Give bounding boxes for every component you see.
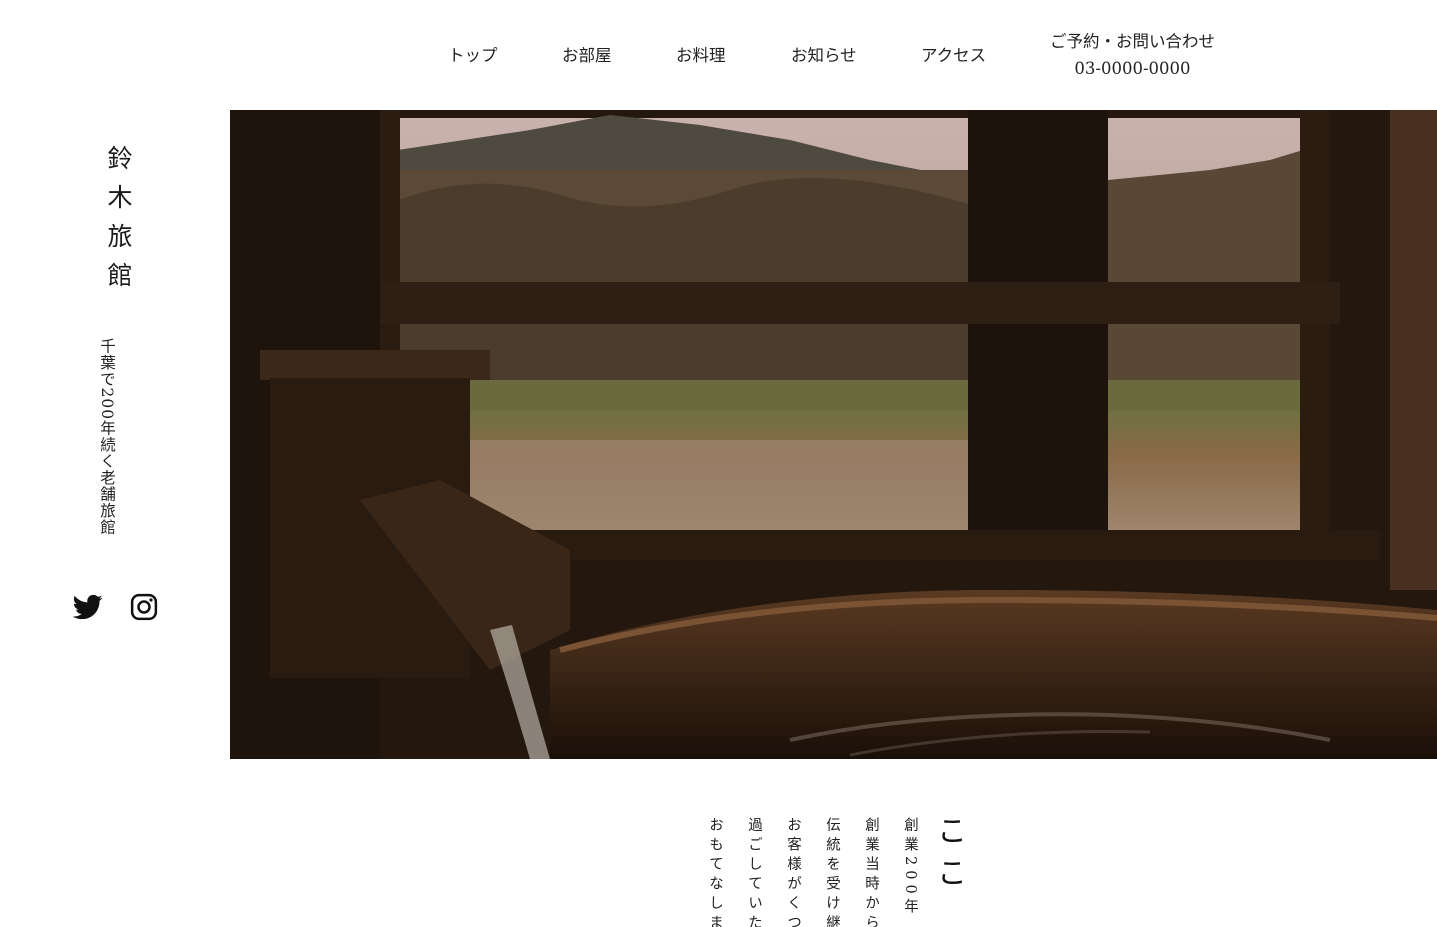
page: 鈴木旅館 千葉で200年続く老舗旅館 トップ お部屋 お料理 お知らせ アクセス…	[0, 0, 1437, 927]
intro-line: おもてなしま	[707, 817, 723, 927]
nav-contact[interactable]: ご予約・お問い合わせ 03-0000-0000	[1050, 28, 1215, 82]
intro-line: 創業当時から	[863, 817, 879, 927]
site-tagline: 千葉で200年続く老舗旅館	[98, 338, 116, 536]
hero-image	[230, 110, 1437, 759]
intro-line: お客様がくつ	[785, 817, 801, 927]
nav-item-access[interactable]: アクセス	[921, 42, 986, 66]
contact-phone: 03-0000-0000	[1074, 59, 1191, 78]
nav-item-rooms[interactable]: お部屋	[562, 42, 612, 66]
twitter-icon[interactable]	[73, 592, 103, 622]
intro-section: ここ 創業200年 創業当時から 伝統を受け継 お客様がくつ 過ごしていた おも…	[700, 815, 970, 927]
nav-item-cuisine[interactable]: お料理	[676, 42, 726, 66]
intro-heading: ここ	[931, 815, 966, 899]
intro-line: 伝統を受け継	[824, 817, 840, 927]
nav-item-news[interactable]: お知らせ	[791, 42, 857, 66]
intro-line: 創業200年	[902, 817, 918, 919]
sidebar: 鈴木旅館 千葉で200年続く老舗旅館	[0, 0, 230, 927]
intro-line: 過ごしていた	[746, 817, 762, 927]
site-title[interactable]: 鈴木旅館	[100, 145, 136, 301]
top-nav: トップ お部屋 お料理 お知らせ アクセス ご予約・お問い合わせ 03-0000…	[230, 0, 1437, 110]
nav-item-top[interactable]: トップ	[448, 42, 498, 66]
contact-label: ご予約・お問い合わせ	[1050, 32, 1215, 51]
instagram-icon[interactable]	[129, 592, 159, 622]
